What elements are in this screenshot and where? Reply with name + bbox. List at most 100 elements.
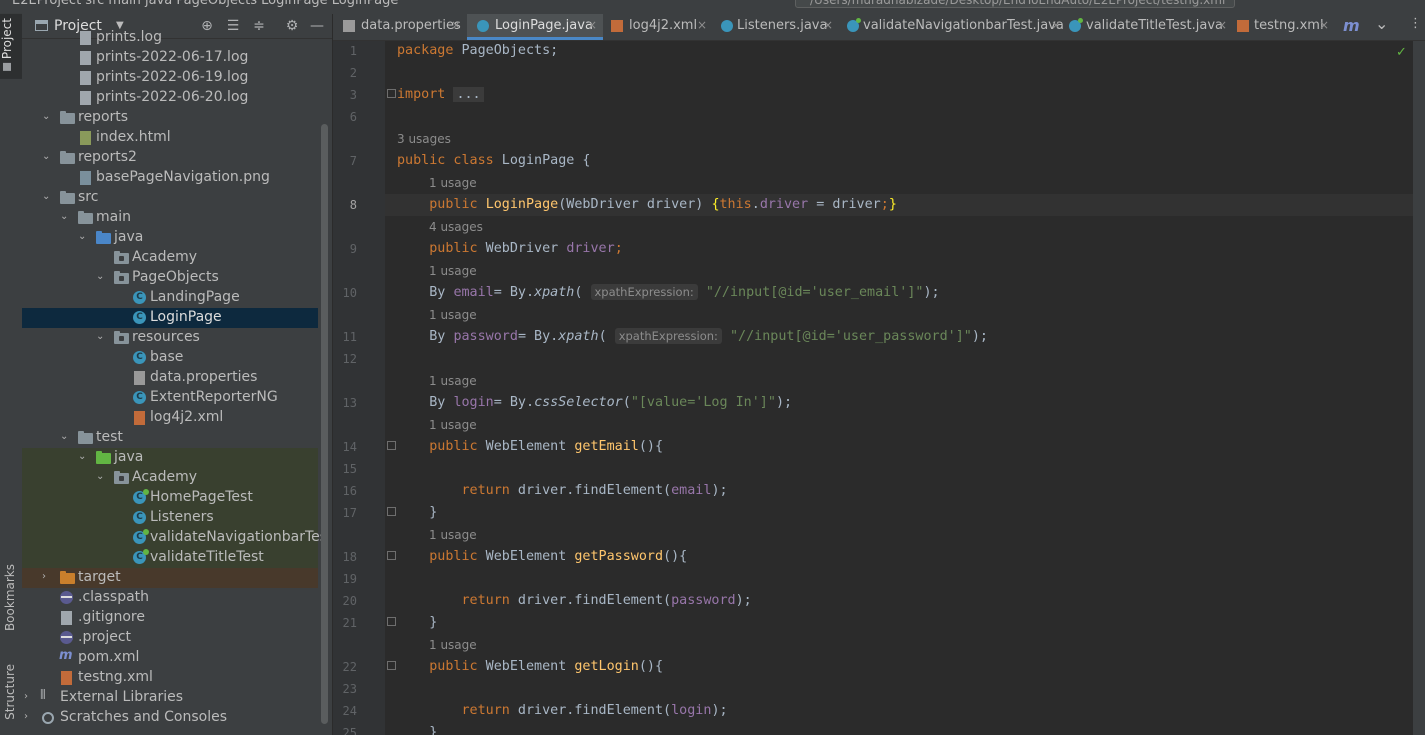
class-icon: C <box>133 311 146 324</box>
tree-item-gitignore[interactable]: .gitignore <box>22 608 318 628</box>
chevron-down-icon[interactable]: ⌄ <box>42 191 52 202</box>
close-icon[interactable]: × <box>1217 18 1227 32</box>
tree-item-test[interactable]: ⌄ test <box>22 428 318 448</box>
tab-validatenavigationbartest-java[interactable]: validateNavigationbarTest.java × <box>843 14 1065 40</box>
project-tool-label: Project <box>0 18 14 60</box>
tab-log4j2-xml[interactable]: log4j2.xml × <box>605 14 715 40</box>
tree-item-loginpage[interactable]: C LoginPage <box>22 308 318 328</box>
tree-item-main[interactable]: ⌄ main <box>22 208 318 228</box>
tree-item-scratches[interactable]: › Scratches and Consoles <box>22 708 318 728</box>
fold-marker-icon[interactable] <box>387 551 396 560</box>
usage-hint[interactable]: 1 usage <box>429 374 477 388</box>
tree-item-java[interactable]: ⌄ java <box>22 228 318 248</box>
close-icon[interactable]: × <box>1319 18 1329 32</box>
usage-hint[interactable]: 1 usage <box>429 418 477 432</box>
chevron-down-icon[interactable]: ⌄ <box>60 431 70 442</box>
usage-hint[interactable]: 1 usage <box>429 264 477 278</box>
usage-hint[interactable]: 1 usage <box>429 528 477 542</box>
scratches-icon <box>42 712 54 724</box>
chevron-right-icon[interactable]: › <box>42 571 52 582</box>
fold-marker-icon[interactable] <box>387 617 396 626</box>
tree-item-index-html[interactable]: index.html <box>22 128 318 148</box>
fold-marker-icon[interactable] <box>387 441 396 450</box>
usage-hint[interactable]: 1 usage <box>429 638 477 652</box>
fold-marker-icon[interactable] <box>387 661 396 670</box>
editor-options-button[interactable]: ⋮ <box>1401 14 1425 40</box>
chevron-down-icon: ⌄ <box>1375 14 1389 33</box>
tree-item-prints-log[interactable]: prints-2022-06-17.log <box>22 48 318 68</box>
tab-loginpage-java[interactable]: LoginPage.java × <box>467 14 603 40</box>
tree-item-academy[interactable]: Academy <box>22 248 318 268</box>
usage-hint[interactable]: 1 usage <box>429 308 477 322</box>
tree-item-log4j2-xml[interactable]: log4j2.xml <box>22 408 318 428</box>
tab-testng-xml[interactable]: testng.xml × <box>1233 14 1337 40</box>
tree-item-validatenavigationbartest[interactable]: CvalidateNavigationbarTes <box>22 528 327 548</box>
tree-item-test-academy[interactable]: ⌄ Academy <box>22 468 318 488</box>
fold-marker-icon[interactable] <box>387 89 396 98</box>
tree-item-landingpage[interactable]: C LandingPage <box>22 288 318 308</box>
chevron-down-icon[interactable]: ⌄ <box>96 271 106 282</box>
maven-icon: m <box>59 648 73 663</box>
code-line-20: return driver.findElement(password); <box>461 593 752 608</box>
tab-overflow-maven[interactable]: m <box>1341 14 1363 40</box>
line-number: 9 <box>349 242 357 256</box>
structure-tool-tab[interactable]: Structure <box>3 664 17 720</box>
tree-item-homepagetest[interactable]: C HomePageTest <box>22 488 318 508</box>
tree-item-resources[interactable]: ⌄ resources <box>22 328 318 348</box>
tree-item-listeners[interactable]: C Listeners <box>22 508 318 528</box>
chevron-down-icon[interactable]: ⌄ <box>42 151 52 162</box>
tree-item-project[interactable]: .project <box>22 628 318 648</box>
inspection-ok-icon[interactable]: ✓ <box>1396 45 1408 60</box>
tree-item-pom-xml[interactable]: m pom.xml <box>22 648 318 668</box>
chevron-down-icon[interactable]: ⌄ <box>42 111 52 122</box>
chevron-down-icon[interactable]: ⌄ <box>96 331 106 342</box>
code-line-18: public WebElement getPassword(){ <box>429 549 688 564</box>
close-icon[interactable]: × <box>587 18 597 32</box>
close-icon[interactable]: × <box>697 18 707 32</box>
code-editor[interactable]: 1 2 3 6 7 8 9 10 11 12 13 14 15 16 17 18… <box>333 41 1425 735</box>
tree-item-reports2[interactable]: ⌄ reports2 <box>22 148 318 168</box>
close-icon[interactable]: × <box>1051 18 1061 32</box>
tree-item-base[interactable]: Cbase <box>22 348 318 368</box>
tree-item-extentreporterng[interactable]: C ExtentReporterNG <box>22 388 318 408</box>
tree-item-prints-log[interactable]: prints-2022-06-20.log <box>22 88 318 108</box>
chevron-down-icon[interactable]: ⌄ <box>60 211 70 222</box>
tree-item-prints-log[interactable]: prints.log <box>22 28 318 48</box>
tab-listeners-java[interactable]: Listeners.java × <box>717 14 841 40</box>
run-config-path[interactable]: /Users/muradnabizade/Desktop/EndToEndAut… <box>795 0 1235 8</box>
folded-imports[interactable]: ... <box>453 87 484 102</box>
usage-hint[interactable]: 4 usages <box>429 220 483 234</box>
usage-hint[interactable]: 1 usage <box>429 176 477 190</box>
tree-item-reports[interactable]: ⌄ reports <box>22 108 318 128</box>
close-icon[interactable]: × <box>451 18 461 32</box>
tab-list-dropdown[interactable]: ⌄ <box>1371 14 1391 40</box>
tree-item-prints-log[interactable]: prints-2022-06-19.log <box>22 68 318 88</box>
chevron-down-icon[interactable]: ⌄ <box>96 471 106 482</box>
chevron-right-icon[interactable]: › <box>24 711 34 722</box>
bookmarks-tool-tab[interactable]: Bookmarks <box>3 564 17 631</box>
tab-validatetitletest-java[interactable]: validateTitleTest.java × <box>1067 14 1229 40</box>
project-tool-tab[interactable]: Project <box>0 14 22 79</box>
tree-item-pageobjects[interactable]: ⌄ PageObjects <box>22 268 318 288</box>
tree-item-external-libraries[interactable]: › ⦀ External Libraries <box>22 688 318 708</box>
tree-item-validatetitletest[interactable]: CvalidateTitleTest <box>22 548 318 568</box>
chevron-right-icon[interactable]: › <box>24 691 34 702</box>
tab-data-properties[interactable]: data.properties × <box>333 14 463 40</box>
tree-item-target[interactable]: › target <box>22 568 318 588</box>
xml-file-icon <box>1237 20 1249 32</box>
tree-item-png[interactable]: basePageNavigation.png <box>22 168 318 188</box>
fold-marker-icon[interactable] <box>387 507 396 516</box>
log-file-icon <box>80 51 91 65</box>
project-tree-scrollbar[interactable] <box>321 124 328 724</box>
breadcrumb[interactable]: E2EProject src main java PageObjects Log… <box>12 0 398 8</box>
tree-item-classpath[interactable]: .classpath <box>22 588 318 608</box>
tree-item-data-properties[interactable]: data.properties <box>22 368 318 388</box>
close-icon[interactable]: × <box>823 18 833 32</box>
chevron-down-icon[interactable]: ⌄ <box>78 231 88 242</box>
chevron-down-icon[interactable]: ⌄ <box>78 451 88 462</box>
tree-item-testng-xml[interactable]: testng.xml <box>22 668 318 688</box>
eclipse-file-icon <box>60 631 73 644</box>
tree-item-src[interactable]: ⌄ src <box>22 188 318 208</box>
tree-item-test-java[interactable]: ⌄ java <box>22 448 318 468</box>
usage-hint[interactable]: 3 usages <box>397 132 451 146</box>
